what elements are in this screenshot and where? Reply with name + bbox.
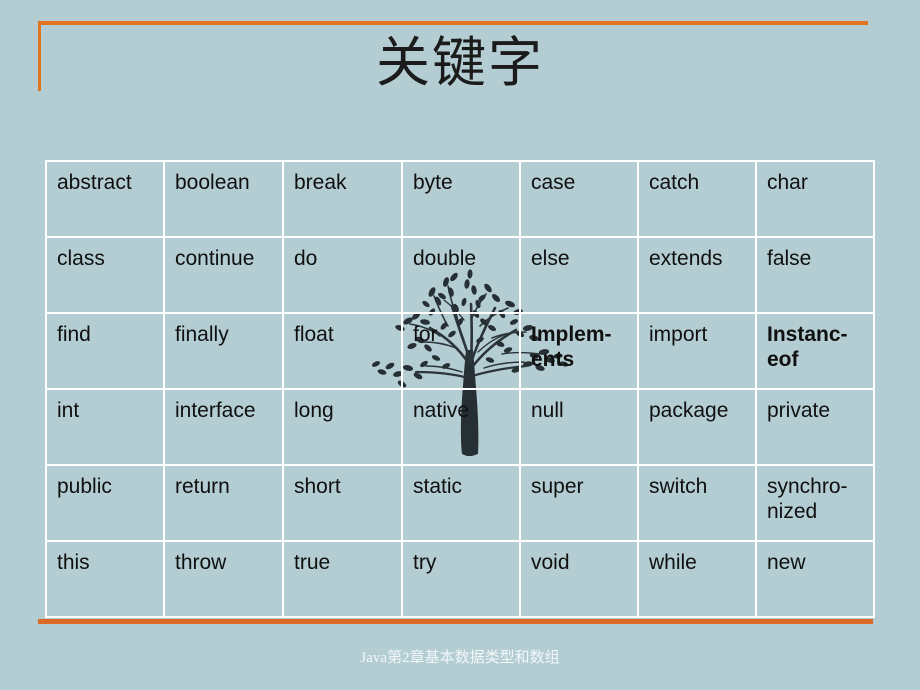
keyword-cell: for [401, 312, 521, 390]
table-row: find finally float for Implem-ents impor… [45, 312, 875, 390]
keyword-cell: native [401, 388, 521, 466]
keyword-cell: do [282, 236, 403, 314]
page-title: 关键字 [376, 31, 544, 94]
keyword-cell: this [45, 540, 165, 618]
table-row: this throw true try void while new [45, 540, 875, 618]
keyword-cell: null [519, 388, 639, 466]
keyword-cell: private [755, 388, 875, 466]
java-keyword-table: abstract boolean break byte case catch c… [45, 160, 875, 618]
keyword-cell: synchro-nized [755, 464, 875, 542]
keyword-cell: void [519, 540, 639, 618]
keyword-cell: find [45, 312, 165, 390]
table-row: public return short static super switch … [45, 464, 875, 542]
keyword-cell: package [637, 388, 757, 466]
table-row: int interface long native null package p… [45, 388, 875, 466]
keyword-cell: throw [163, 540, 284, 618]
keyword-cell: super [519, 464, 639, 542]
keyword-cell: case [519, 160, 639, 238]
keyword-cell: short [282, 464, 403, 542]
keyword-cell: import [637, 312, 757, 390]
keyword-cell: char [755, 160, 875, 238]
table-row: abstract boolean break byte case catch c… [45, 160, 875, 238]
keyword-cell: return [163, 464, 284, 542]
keyword-cell: boolean [163, 160, 284, 238]
keyword-cell: Instanc-eof [755, 312, 875, 390]
keyword-cell: static [401, 464, 521, 542]
keyword-cell: Implem-ents [519, 312, 639, 390]
keyword-cell: abstract [45, 160, 165, 238]
keyword-cell: interface [163, 388, 284, 466]
keyword-cell: true [282, 540, 403, 618]
keyword-cell: extends [637, 236, 757, 314]
keyword-cell: while [637, 540, 757, 618]
keyword-cell: continue [163, 236, 284, 314]
keyword-cell: finally [163, 312, 284, 390]
keyword-cell: false [755, 236, 875, 314]
keyword-cell: switch [637, 464, 757, 542]
keyword-cell: public [45, 464, 165, 542]
keyword-cell: try [401, 540, 521, 618]
keyword-cell: else [519, 236, 639, 314]
keyword-cell: catch [637, 160, 757, 238]
accent-rule-bottom [38, 619, 873, 624]
keyword-cell: byte [401, 160, 521, 238]
accent-rule-top [38, 21, 868, 25]
keyword-cell: new [755, 540, 875, 618]
keyword-cell: class [45, 236, 165, 314]
slide-canvas: 关键字 abstract boolean break byte case cat… [0, 0, 920, 690]
keyword-cell: float [282, 312, 403, 390]
keyword-cell: double [401, 236, 521, 314]
table-row: class continue do double else extends fa… [45, 236, 875, 314]
keyword-cell: break [282, 160, 403, 238]
keyword-cell: int [45, 388, 165, 466]
slide-footer: Java第2章基本数据类型和数组 [360, 650, 560, 666]
keyword-cell: long [282, 388, 403, 466]
